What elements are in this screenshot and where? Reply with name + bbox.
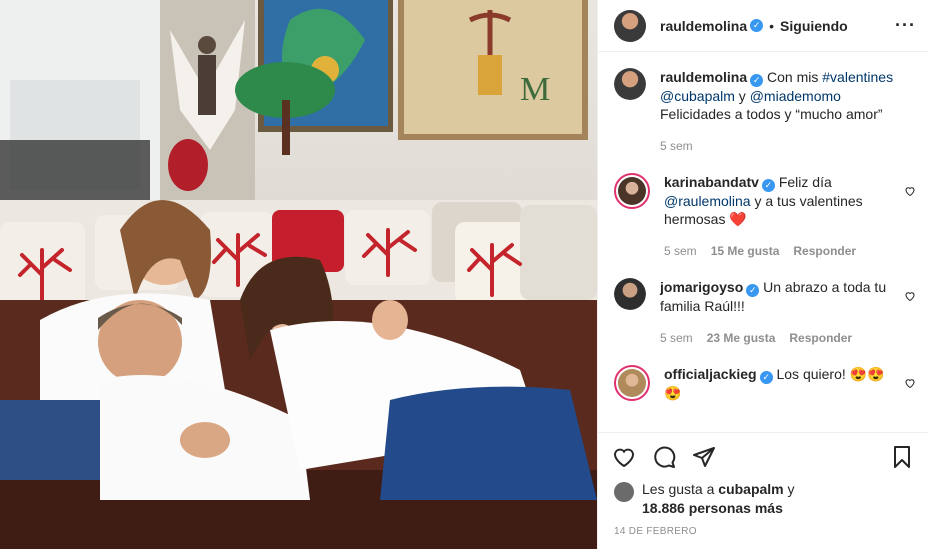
likes-prefix: Les gusta a: [642, 481, 719, 497]
caption-time[interactable]: 5 sem: [660, 137, 693, 155]
comment-likes[interactable]: 15 Me gusta: [711, 242, 780, 260]
like-heart-icon[interactable]: [612, 445, 636, 469]
reply-button[interactable]: Responder: [793, 242, 856, 260]
author-avatar[interactable]: [614, 9, 646, 42]
comment-avatar[interactable]: [614, 365, 650, 401]
comment-username[interactable]: jomarigoyso: [660, 279, 743, 295]
mention-link[interactable]: @cubapalm: [660, 88, 735, 104]
following-button[interactable]: Siguiendo: [780, 18, 848, 34]
comment: officialjackieg ✓ Los quiero! 😍😍😍: [614, 365, 916, 402]
caption-username[interactable]: rauldemolina: [660, 69, 747, 85]
likes-count[interactable]: 18.886 personas más: [642, 500, 783, 516]
comment-meta: 5 sem 23 Me gusta Responder: [660, 329, 894, 347]
caption: rauldemolina ✓ Con mis #valentines @cubap…: [614, 68, 916, 155]
comment-username[interactable]: officialjackieg: [664, 366, 757, 382]
mention-link[interactable]: @raulemolina: [664, 193, 751, 209]
hashtag-link[interactable]: #valentines: [822, 69, 893, 85]
comment-text: Feliz día: [778, 174, 832, 190]
save-bookmark-icon[interactable]: [890, 445, 914, 469]
like-comment-heart-icon[interactable]: [904, 185, 916, 197]
family-photo-illustration: M: [0, 0, 597, 549]
caption-connector: y: [734, 88, 750, 104]
svg-text:M: M: [520, 71, 550, 108]
caption-line2: Felicidades a todos y “mucho amor”: [660, 106, 883, 122]
likes-summary: Les gusta a cubapalm y 18.886 personas m…: [598, 480, 928, 518]
mention-link[interactable]: @miademomo: [750, 88, 841, 104]
liker-avatar[interactable]: [614, 482, 634, 502]
comment-time[interactable]: 5 sem: [664, 242, 697, 260]
comment-meta: 5 sem 15 Me gusta Responder: [664, 242, 894, 260]
caption-avatar[interactable]: [614, 68, 646, 100]
caption-body: rauldemolina ✓ Con mis #valentines @cubap…: [660, 68, 916, 155]
comment-avatar[interactable]: [614, 278, 646, 310]
post-date[interactable]: 14 DE FEBRERO: [598, 518, 928, 549]
more-horizontal-icon[interactable]: ···: [895, 15, 916, 36]
comment-likes[interactable]: 23 Me gusta: [707, 329, 776, 347]
verified-badge-icon: ✓: [759, 371, 773, 384]
caption-text: Con mis: [767, 69, 823, 85]
post-header: rauldemolina ✓ • Siguiendo ···: [598, 0, 928, 52]
verified-badge-icon: ✓: [761, 179, 775, 192]
likes-connector: y: [783, 481, 795, 497]
dot-separator: •: [769, 17, 775, 34]
comment-time[interactable]: 5 sem: [660, 329, 693, 347]
like-comment-heart-icon[interactable]: [904, 377, 916, 389]
likes-text: Les gusta a cubapalm y 18.886 personas m…: [642, 480, 795, 518]
comment-body: karinabandatv ✓ Feliz día @raulemolina y …: [664, 173, 916, 260]
verified-badge-icon: ✓: [750, 19, 764, 32]
instagram-post: M rauldemolina ✓ • Siguiendo ··· rauldem…: [0, 0, 928, 549]
liker-username[interactable]: cubapalm: [718, 481, 783, 497]
post-side-panel: rauldemolina ✓ • Siguiendo ··· rauldemol…: [597, 0, 928, 549]
comment-username[interactable]: karinabandatv: [664, 174, 759, 190]
verified-badge-icon: ✓: [746, 284, 760, 297]
verified-badge-icon: ✓: [750, 74, 764, 87]
post-photo[interactable]: M: [0, 0, 597, 549]
share-paper-plane-icon[interactable]: [692, 445, 716, 469]
comment-bubble-icon[interactable]: [652, 445, 676, 469]
comment-avatar[interactable]: [614, 173, 650, 209]
author-username[interactable]: rauldemolina: [660, 18, 747, 34]
comment: jomarigoyso ✓ Un abrazo a toda tu familia…: [614, 278, 916, 347]
like-comment-heart-icon[interactable]: [904, 290, 916, 302]
comments-list: rauldemolina ✓ Con mis #valentines @cubap…: [598, 52, 928, 432]
post-actions: [598, 432, 928, 480]
comment: karinabandatv ✓ Feliz día @raulemolina y …: [614, 173, 916, 260]
comment-body: officialjackieg ✓ Los quiero! 😍😍😍: [664, 365, 916, 402]
reply-button[interactable]: Responder: [789, 329, 852, 347]
caption-meta: 5 sem: [660, 137, 894, 155]
comment-body: jomarigoyso ✓ Un abrazo a toda tu familia…: [660, 278, 916, 347]
